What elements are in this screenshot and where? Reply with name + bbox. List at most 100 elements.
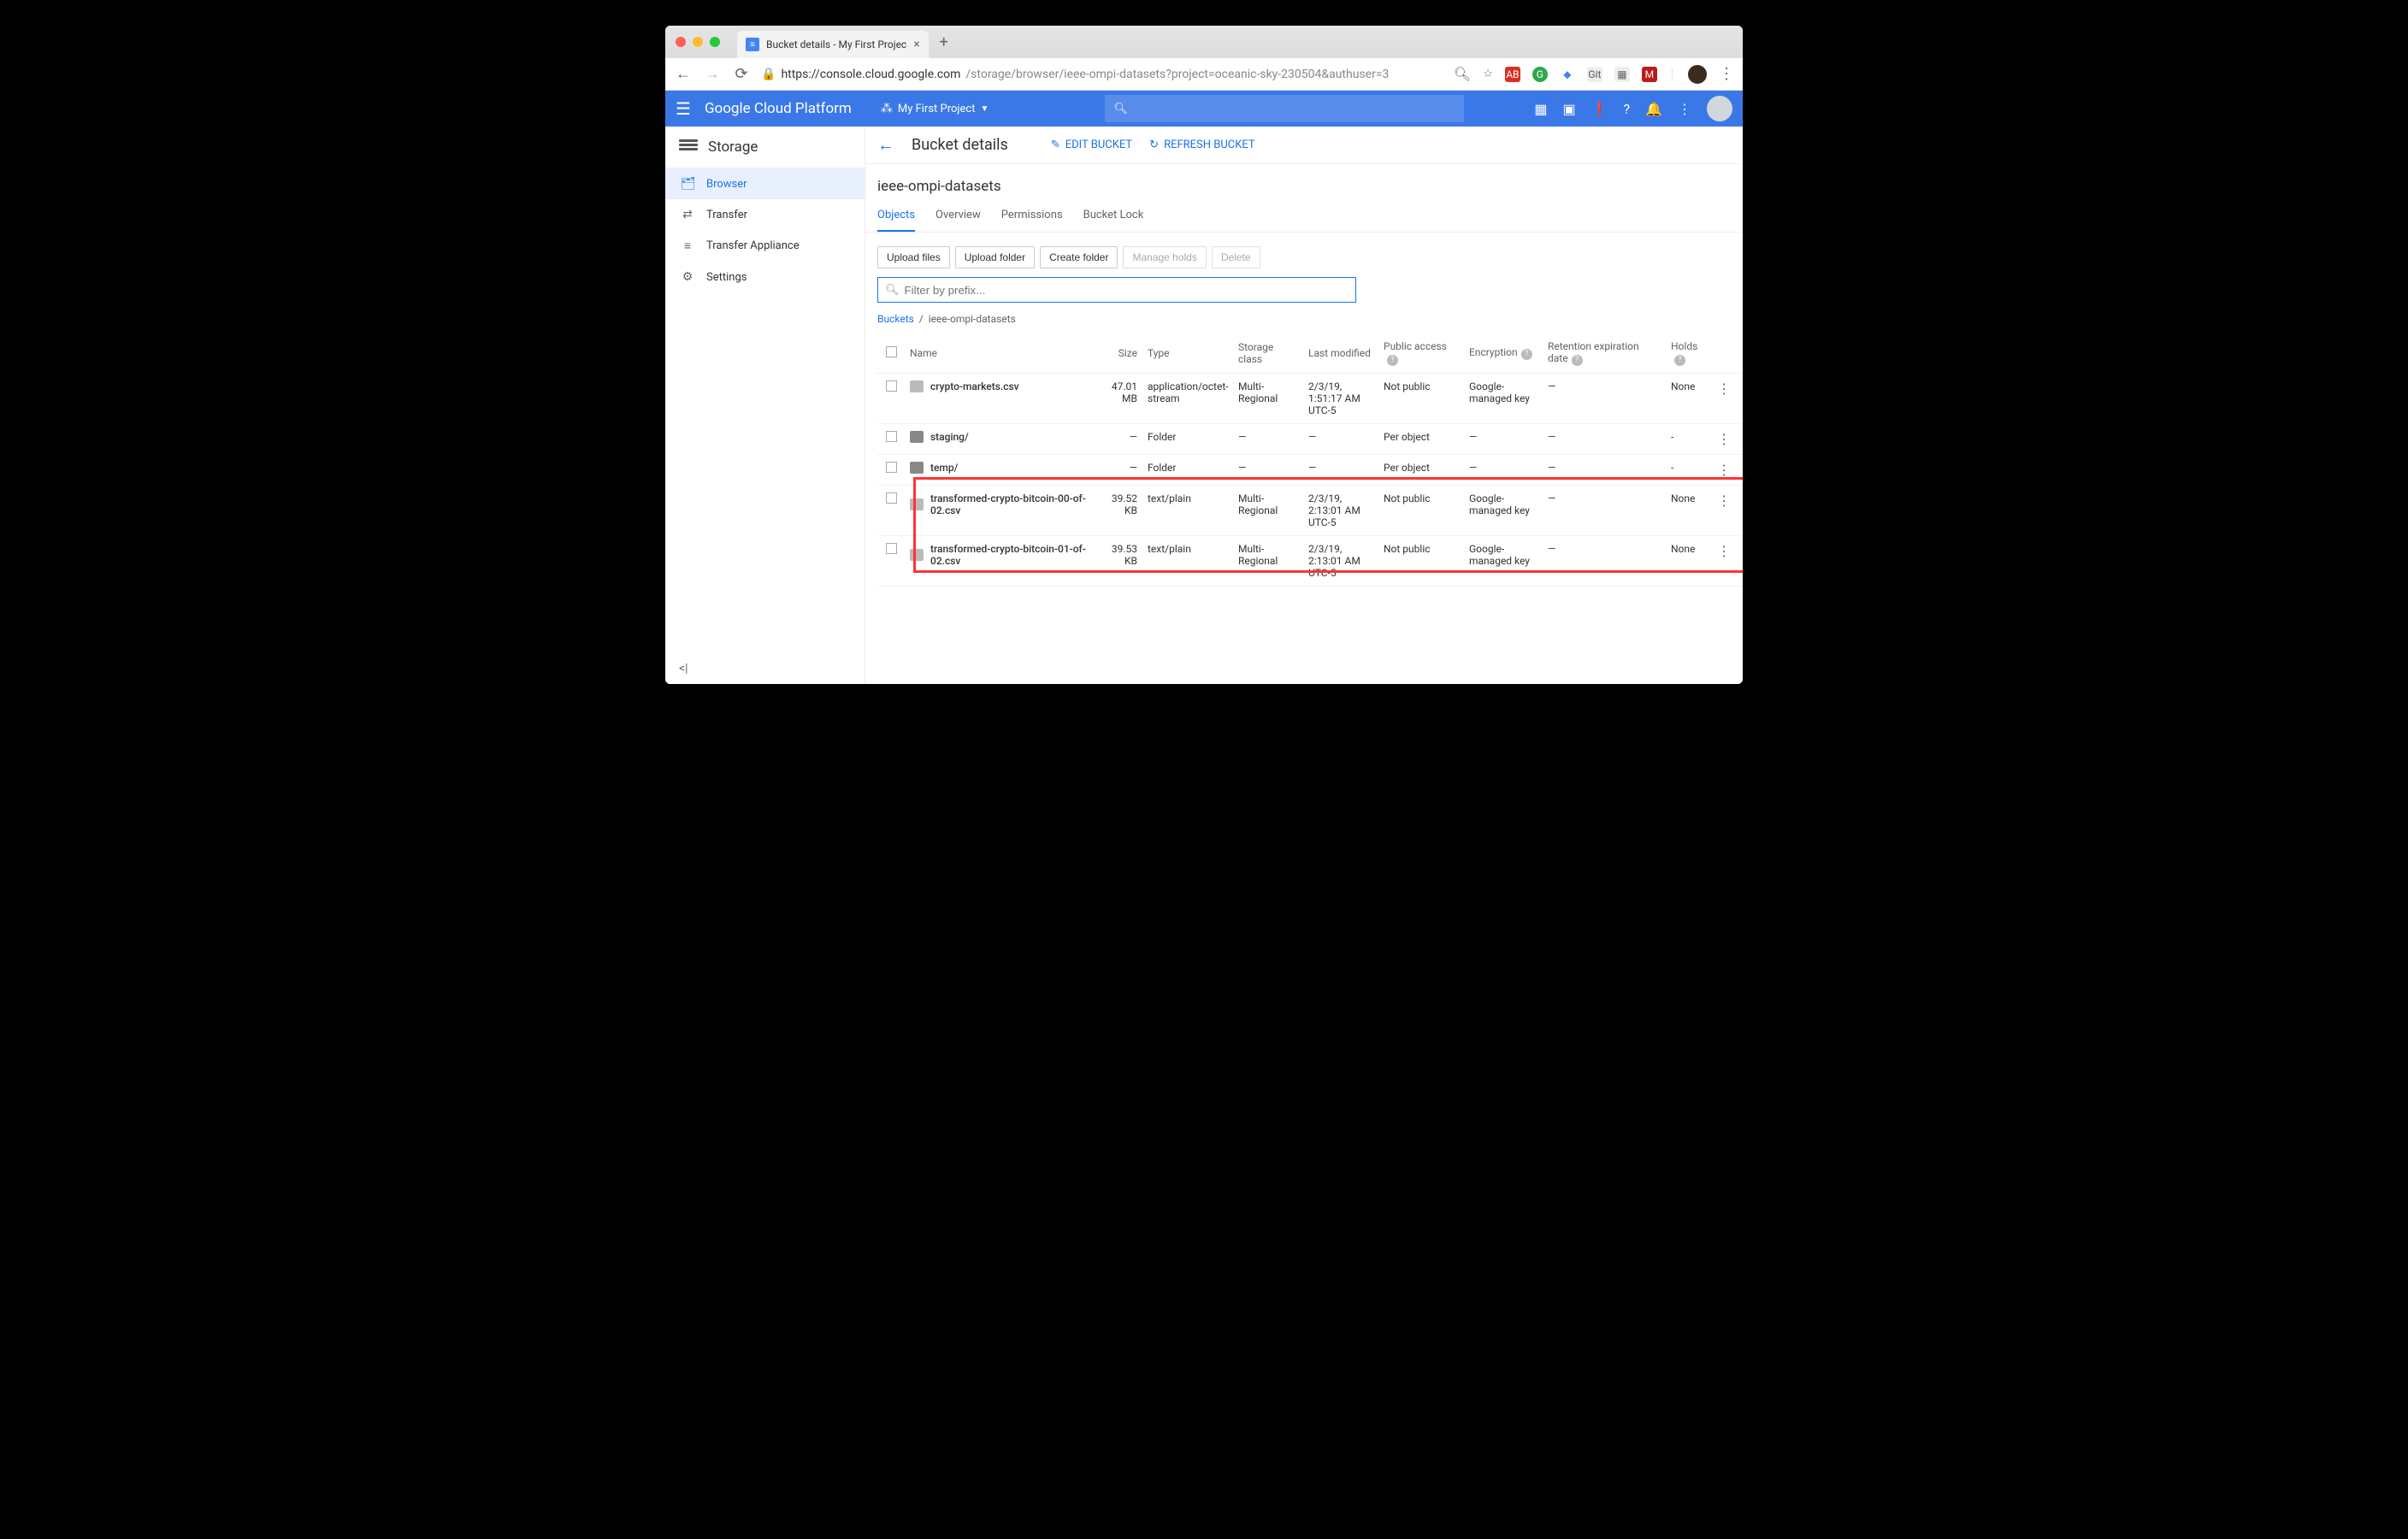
refresh-bucket-label: REFRESH BUCKET (1164, 139, 1255, 151)
sidebar-item-transfer[interactable]: ⇄Transfer (665, 199, 865, 230)
sidebar-item-transfer-appliance[interactable]: ≡Transfer Appliance (665, 230, 865, 262)
extension-icon-2[interactable]: ▦ (1614, 67, 1630, 82)
help-icon[interactable]: ? (1674, 355, 1685, 366)
upload-folder-button[interactable]: Upload folder (955, 246, 1035, 268)
row-menu-icon[interactable]: ⋮ (1717, 431, 1731, 447)
object-name[interactable]: temp/ (930, 462, 958, 474)
close-window-icon[interactable] (676, 37, 686, 47)
row-checkbox[interactable] (886, 431, 897, 442)
col-encryption[interactable]: Encryption? (1464, 346, 1543, 360)
star-icon[interactable]: ☆ (1483, 68, 1493, 80)
breadcrumb-root-link[interactable]: Buckets (877, 313, 914, 325)
cell-holds: - (1666, 431, 1712, 443)
help-icon[interactable]: ? (1521, 349, 1532, 360)
browser-addressbar: ← → ⟳ 🔒 https://console.cloud.google.com… (665, 58, 1743, 91)
search-in-page-icon[interactable]: 🔍︎ (1454, 66, 1471, 82)
sidebar-item-settings[interactable]: ⚙Settings (665, 262, 865, 292)
sidebar-item-label: Browser (706, 178, 747, 191)
sidebar-title: Storage (665, 127, 865, 168)
folder-icon (910, 431, 924, 443)
file-icon (910, 549, 924, 561)
cell-last-modified: 2/3/19, 1:51:17 AM UTC-5 (1303, 380, 1378, 416)
bucket-name: ieee-ompi-datasets (865, 164, 1743, 200)
browser-menu-icon[interactable]: ⋮ (1719, 65, 1734, 83)
extension-icon[interactable]: ◆ (1560, 67, 1575, 82)
tabs-row: Objects Overview Permissions Bucket Lock (865, 200, 1743, 233)
tab-bucket-lock[interactable]: Bucket Lock (1083, 200, 1144, 232)
tab-overview[interactable]: Overview (935, 200, 981, 232)
create-folder-button[interactable]: Create folder (1040, 246, 1118, 268)
table-row[interactable]: temp/ — Folder — — Per object — — - ⋮ (877, 455, 1743, 486)
object-name[interactable]: crypto-markets.csv (930, 380, 1019, 392)
gcp-search-input[interactable]: 🔍︎ (1105, 95, 1464, 122)
table-row[interactable]: crypto-markets.csv 47.01 MB application/… (877, 374, 1743, 424)
gitzip-extension-icon[interactable]: Git (1587, 67, 1602, 82)
sidebar-item-label: Transfer Appliance (706, 239, 800, 252)
tab-permissions[interactable]: Permissions (1001, 200, 1063, 232)
grammarly-extension-icon[interactable]: G (1532, 67, 1548, 82)
help-icon[interactable]: ? (1387, 355, 1398, 366)
forward-button[interactable]: → (703, 65, 722, 83)
cell-last-modified: — (1303, 462, 1378, 474)
url-bar[interactable]: 🔒 https://console.cloud.google.com/stora… (761, 68, 1443, 81)
reload-button[interactable]: ⟳ (732, 65, 751, 83)
profile-avatar-icon[interactable] (1688, 65, 1707, 84)
row-menu-icon[interactable]: ⋮ (1717, 462, 1731, 478)
filter-input[interactable]: 🔍︎ (877, 277, 1356, 303)
object-name[interactable]: transformed-crypto-bitcoin-00-of-02.csv (930, 492, 1093, 516)
edit-bucket-button[interactable]: ✎EDIT BUCKET (1051, 139, 1132, 151)
tab-objects[interactable]: Objects (877, 200, 915, 232)
maximize-window-icon[interactable] (710, 37, 720, 47)
new-tab-button[interactable]: + (932, 30, 956, 54)
gift-icon[interactable]: ▦ (1534, 101, 1547, 117)
cloudshell-icon[interactable]: ▣ (1562, 101, 1575, 117)
select-all-checkbox[interactable] (886, 346, 897, 357)
table-row[interactable]: transformed-crypto-bitcoin-01-of-02.csv … (877, 536, 1743, 587)
filter-text-input[interactable] (905, 284, 1349, 297)
gcp-header: ☰ Google Cloud Platform ⁂ My First Proje… (665, 91, 1743, 127)
table-row[interactable]: transformed-crypto-bitcoin-00-of-02.csv … (877, 486, 1743, 536)
object-name[interactable]: staging/ (930, 431, 969, 443)
hamburger-menu-icon[interactable]: ☰ (676, 98, 691, 119)
notifications-icon[interactable]: 🔔 (1645, 101, 1662, 117)
col-size[interactable]: Size (1098, 347, 1142, 359)
row-checkbox[interactable] (886, 543, 897, 554)
object-name[interactable]: transformed-crypto-bitcoin-01-of-02.csv (930, 543, 1093, 567)
account-avatar-icon[interactable] (1707, 96, 1732, 121)
upload-files-button[interactable]: Upload files (877, 246, 950, 268)
row-menu-icon[interactable]: ⋮ (1717, 380, 1731, 397)
url-path: /storage/browser/ieee-ompi-datasets?proj… (965, 68, 1389, 81)
row-checkbox[interactable] (886, 462, 897, 473)
mendeley-extension-icon[interactable]: M (1642, 67, 1657, 82)
more-icon[interactable]: ⋮ (1678, 101, 1691, 117)
feedback-icon[interactable]: ❗ (1591, 101, 1608, 117)
col-retention[interactable]: Retention expiration date? (1543, 340, 1666, 366)
col-name[interactable]: Name (905, 347, 1098, 359)
refresh-bucket-button[interactable]: ↻REFRESH BUCKET (1149, 139, 1255, 151)
col-type[interactable]: Type (1142, 347, 1233, 359)
project-picker[interactable]: ⁂ My First Project ▼ (881, 102, 989, 115)
sidebar-item-browser[interactable]: 🗂Browser (665, 168, 865, 199)
row-menu-icon[interactable]: ⋮ (1717, 543, 1731, 559)
minimize-window-icon[interactable] (693, 37, 703, 47)
back-button[interactable]: ← (674, 65, 693, 83)
col-holds[interactable]: Holds? (1666, 340, 1712, 366)
row-checkbox[interactable] (886, 380, 897, 392)
help-icon[interactable]: ? (1624, 101, 1631, 117)
help-icon[interactable]: ? (1572, 355, 1583, 366)
table-row[interactable]: staging/ — Folder — — Per object — — - ⋮ (877, 424, 1743, 455)
col-public-access[interactable]: Public access? (1378, 340, 1464, 366)
row-menu-icon[interactable]: ⋮ (1717, 492, 1731, 509)
collapse-sidebar-button[interactable]: <| (665, 653, 865, 684)
table-header: Name Size Type Storage class Last modifi… (877, 333, 1743, 374)
close-tab-icon[interactable]: × (913, 38, 919, 51)
browser-toolbar-right: 🔍︎ ☆ AB G ◆ Git ▦ M │ ⋮ (1454, 65, 1734, 84)
row-checkbox[interactable] (886, 492, 897, 504)
abp-extension-icon[interactable]: AB (1505, 67, 1520, 82)
back-arrow-icon[interactable]: ← (877, 134, 894, 156)
browser-tabbar: Bucket details - My First Projec × + (665, 26, 1743, 58)
col-storage-class[interactable]: Storage class (1233, 341, 1303, 365)
browser-tab[interactable]: Bucket details - My First Projec × (737, 31, 929, 58)
col-last-modified[interactable]: Last modified (1303, 347, 1378, 359)
product-name: Google Cloud Platform (705, 100, 852, 117)
